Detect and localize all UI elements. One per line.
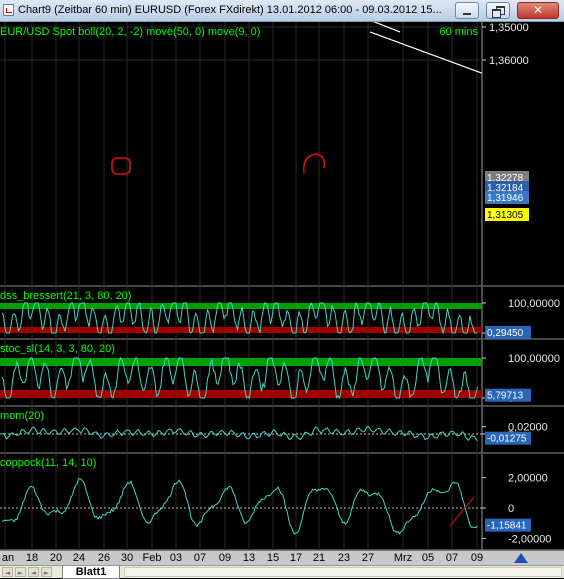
drawing-tool-icon[interactable]: [514, 553, 528, 563]
price-legend: EUR/USD Spot boll(20, 2, -2) move(50, 0)…: [0, 26, 260, 38]
x-tick-label: 21: [312, 552, 326, 564]
restore-button[interactable]: [486, 2, 510, 19]
y-tick-label: -2,00000: [508, 533, 551, 545]
x-tick-label: 24: [72, 552, 86, 564]
y-tick-label: 1,35000: [489, 22, 529, 34]
panel-background: [0, 22, 482, 286]
y-tick-label: 100,00000: [508, 353, 560, 365]
y-tick-label: 0: [508, 503, 514, 515]
indicator-legend: dss_bressert(21, 3, 80, 20): [0, 290, 131, 302]
last-value-label: -0,01275: [487, 434, 527, 445]
previous-sheet-button[interactable]: ►: [15, 567, 26, 577]
last-value-label: -1,15841: [487, 521, 527, 532]
x-tick-label: 15: [266, 552, 280, 564]
next-sheet-button[interactable]: ◄: [28, 567, 39, 577]
timeframe-label: 60 mins: [439, 26, 478, 38]
x-tick-label: 27: [361, 552, 375, 564]
horizontal-scrollbar[interactable]: [124, 567, 562, 577]
x-tick-label: 18: [25, 552, 39, 564]
x-tick-label: 20: [49, 552, 63, 564]
chart-window-icon: [3, 4, 14, 16]
indicator-legend: mom(20): [0, 410, 44, 422]
x-tick-label: 07: [193, 552, 207, 564]
x-tick-label: 07: [445, 552, 459, 564]
sheet-tab-blatt1[interactable]: Blatt1: [62, 566, 120, 579]
sheet-tabs-bar: ◄ ► ◄ ► Blatt1: [0, 565, 564, 579]
indicator-legend: stoc_sl(14, 3, 3, 80, 20): [0, 343, 115, 355]
x-axis: an 18 20 24 26 30 Feb 03 07 09 13 15 17 21 23 27 Mrz 05 07…: [0, 550, 564, 565]
chart-area[interactable]: 1,360001,350001,340001,330001,320001,310…: [0, 22, 564, 550]
price-marker-label: 1,31946: [487, 193, 524, 204]
last-value-label: 0,29450: [487, 328, 524, 339]
x-tick-label: Feb: [142, 552, 162, 564]
x-tick-label: 03: [169, 552, 183, 564]
close-button[interactable]: ✕: [517, 2, 559, 19]
x-tick-label: 09: [218, 552, 232, 564]
x-tick-label: 13: [242, 552, 256, 564]
first-sheet-button[interactable]: ◄: [2, 567, 13, 577]
last-sheet-button[interactable]: ►: [41, 567, 52, 577]
minimize-button[interactable]: [455, 2, 479, 19]
x-tick-label: 30: [120, 552, 134, 564]
x-tick-label: 23: [337, 552, 351, 564]
y-tick-label: 1,36000: [489, 55, 529, 67]
x-tick-label: 26: [97, 552, 111, 564]
x-tick-label: 09: [470, 552, 484, 564]
window-title: Chart9 (Zeitbar 60 min) EURUSD (Forex FX…: [18, 4, 442, 16]
x-tick-label: an: [1, 552, 15, 564]
y-tick-label: 2,00000: [508, 473, 548, 485]
y-tick-label: 100,00000: [508, 298, 560, 310]
title-bar: Chart9 (Zeitbar 60 min) EURUSD (Forex FX…: [0, 0, 564, 22]
close-icon: ✕: [532, 3, 544, 17]
x-tick-label: 17: [289, 552, 303, 564]
x-tick-label: Mrz: [393, 552, 413, 564]
price-marker-label: 1,31305: [487, 210, 524, 221]
x-tick-label: 05: [421, 552, 435, 564]
last-value-label: 5,79713: [487, 391, 524, 402]
indicator-legend: coppock(11, 14, 10): [0, 457, 96, 469]
